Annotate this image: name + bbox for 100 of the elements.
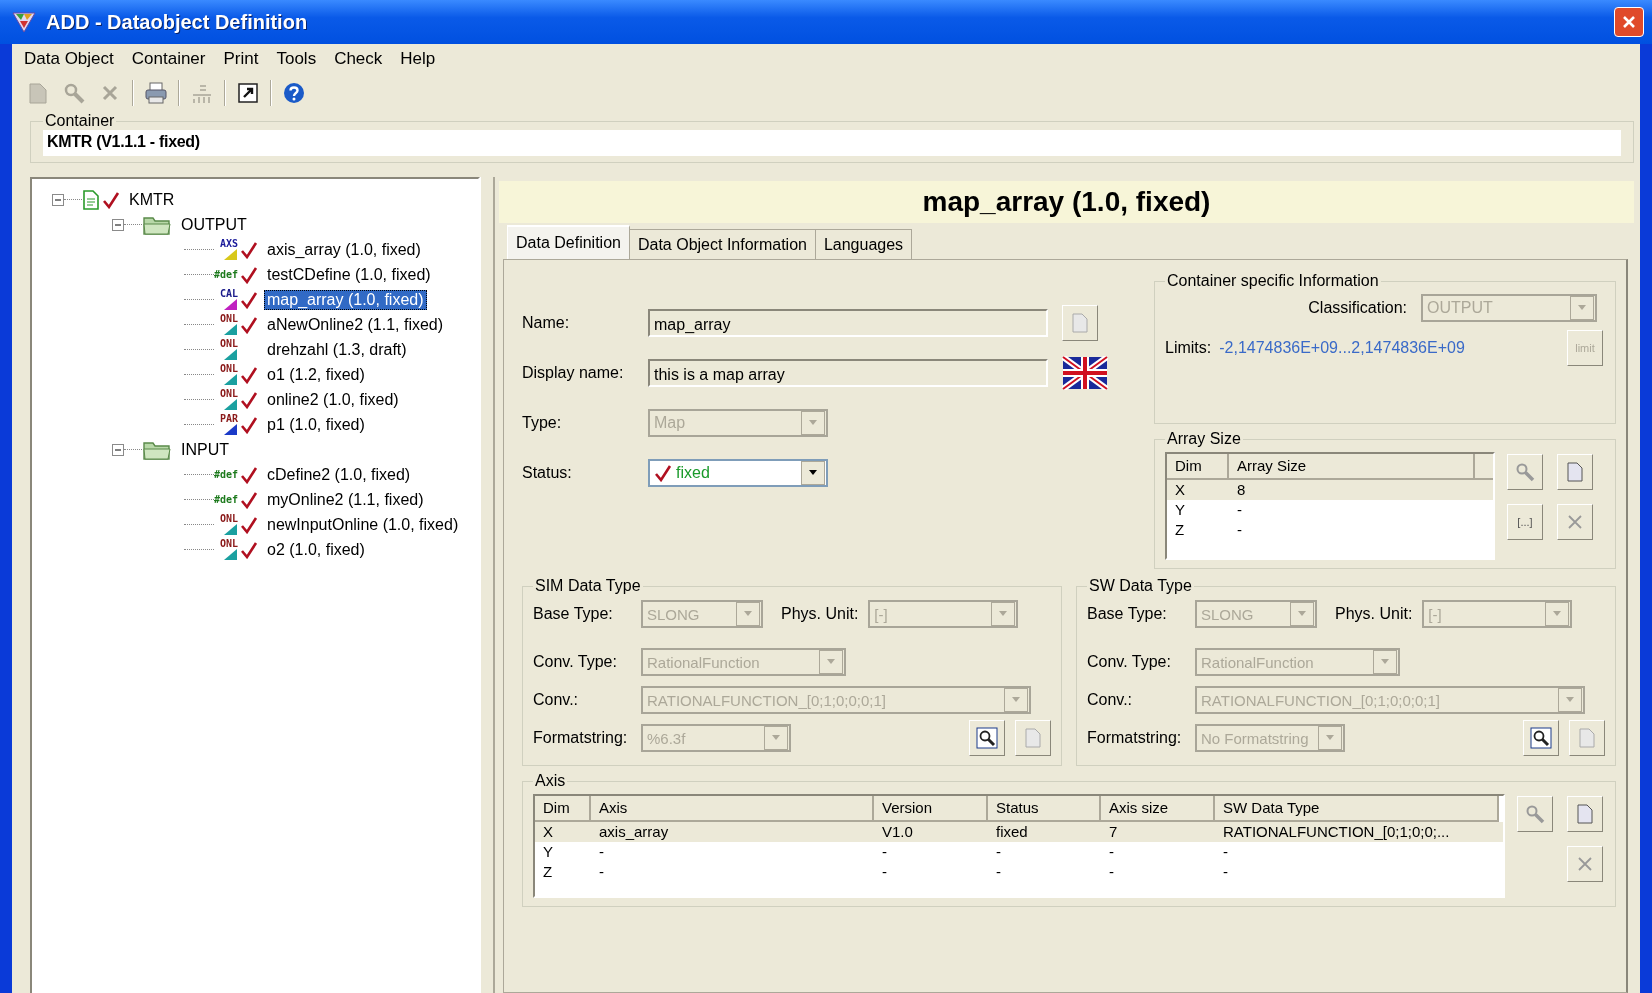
table-cell-text: Y xyxy=(542,842,554,862)
edit-button[interactable]: [...] xyxy=(1507,504,1543,540)
tree-item[interactable]: cDefine2 (1.0, fixed) xyxy=(264,464,414,485)
table-cell-text: - xyxy=(1236,500,1243,520)
delete-button[interactable] xyxy=(1557,504,1593,540)
collapse-toggle-icon[interactable] xyxy=(52,193,64,206)
collapse-toggle-icon[interactable] xyxy=(112,218,124,231)
shortcut-icon xyxy=(238,83,258,103)
table-row[interactable]: Z - xyxy=(1167,520,1493,540)
menu-item[interactable]: Help xyxy=(400,49,436,69)
flag-icon[interactable] xyxy=(1062,356,1108,390)
tree-item[interactable]: drehzahl (1.3, draft) xyxy=(264,339,410,360)
table-cell-text: Y xyxy=(1174,500,1186,520)
delete-button[interactable] xyxy=(1567,846,1603,882)
document-button[interactable] xyxy=(1015,720,1051,756)
splitter[interactable] xyxy=(480,177,495,993)
field-label: Classification: xyxy=(1308,299,1407,317)
column-header[interactable]: Dim xyxy=(1167,454,1229,480)
tree-item[interactable]: p1 (1.0, fixed) xyxy=(264,414,368,435)
tree-item[interactable]: INPUT xyxy=(178,439,232,460)
triangle-icon xyxy=(224,349,238,360)
status-dropdown[interactable]: fixed xyxy=(648,459,828,487)
table-cell-text: X xyxy=(542,822,554,842)
search-icon xyxy=(976,727,998,749)
dropdown-arrow-icon xyxy=(1297,611,1307,617)
tree-item[interactable]: o2 (1.0, fixed) xyxy=(264,539,368,560)
column-header[interactable]: SW Data Type xyxy=(1215,796,1499,822)
document-button[interactable] xyxy=(1567,796,1603,832)
type-label: ONL xyxy=(219,339,238,349)
document-icon xyxy=(82,188,100,211)
column-header[interactable]: Status xyxy=(988,796,1101,822)
field-label: Formatstring: xyxy=(533,729,629,747)
tree-item[interactable]: online2 (1.0, fixed) xyxy=(264,389,402,410)
table-row[interactable]: Y - xyxy=(1167,500,1493,520)
search-button[interactable] xyxy=(1523,720,1559,756)
tree-item[interactable]: aNewOnline2 (1.1, fixed) xyxy=(264,314,447,335)
table-row[interactable]: Z - - - - - xyxy=(535,862,1503,882)
menu-item[interactable]: Print xyxy=(223,49,259,69)
field-label: Base Type: xyxy=(1087,605,1168,623)
tree-item[interactable]: OUTPUT xyxy=(178,214,250,235)
tab[interactable]: Data Object Information xyxy=(629,229,816,259)
app-logo-icon xyxy=(12,11,36,33)
dropdown-arrow-icon xyxy=(1565,697,1575,703)
column-header[interactable]: Dim xyxy=(535,796,591,822)
table-cell-text: X xyxy=(1174,480,1186,500)
table-cell-text: RATIONALFUNCTION_[0;1;0;0;... xyxy=(1222,822,1451,842)
dropdown-arrow-icon xyxy=(1380,659,1390,665)
diff-icon xyxy=(190,82,214,104)
document-button[interactable] xyxy=(1062,305,1098,341)
group-title: Container specific Information xyxy=(1166,272,1380,290)
tree-item[interactable]: map_array (1.0, fixed) xyxy=(264,289,427,310)
group-title: SW Data Type xyxy=(1088,577,1193,595)
triangle-icon xyxy=(224,249,238,260)
menu-item[interactable]: Data Object xyxy=(24,49,114,69)
table-cell-text: - xyxy=(1108,862,1115,882)
triangle-icon xyxy=(224,424,238,435)
collapse-toggle-icon[interactable] xyxy=(112,443,124,456)
tree-item[interactable]: newInputOnline (1.0, fixed) xyxy=(264,514,462,535)
column-header[interactable]: Axis size xyxy=(1101,796,1215,822)
dropdown-arrow-icon xyxy=(771,735,781,741)
search-icon xyxy=(1525,804,1545,824)
dropdown-arrow-icon xyxy=(808,420,818,426)
search-button[interactable] xyxy=(969,720,1005,756)
menu-item[interactable]: Tools xyxy=(276,49,317,69)
tab[interactable]: Data Definition xyxy=(507,225,630,259)
search-icon xyxy=(1515,462,1535,482)
table-row[interactable]: X axis_array V1.0 fixed 7 RATIONALFUNCTION_[0;1;0;0;... xyxy=(535,822,1503,842)
menu-item[interactable]: Container xyxy=(131,49,206,69)
type-label: CAL xyxy=(219,289,238,299)
tree-item[interactable]: testCDefine (1.0, fixed) xyxy=(264,264,434,285)
table-cell-text: - xyxy=(995,842,1002,862)
triangle-icon xyxy=(224,299,238,310)
text-field[interactable]: map_array xyxy=(648,309,1048,337)
tab[interactable]: Languages xyxy=(815,229,913,259)
document-button[interactable] xyxy=(1569,720,1605,756)
triangle-icon xyxy=(224,399,238,410)
field-label: Phys. Unit: xyxy=(781,605,859,623)
document-button[interactable] xyxy=(1557,454,1593,490)
table-row[interactable]: Y - - - - - xyxy=(535,842,1503,862)
table-cell-text: axis_array xyxy=(598,822,670,842)
tree-item[interactable]: axis_array (1.0, fixed) xyxy=(264,239,424,260)
table-row[interactable]: X 8 xyxy=(1167,480,1493,500)
delete-icon xyxy=(101,84,119,102)
table-cell-text: - xyxy=(1236,520,1243,540)
text-field[interactable]: this is a map array xyxy=(648,359,1048,387)
dropdown-arrow-icon xyxy=(998,611,1009,617)
column-header[interactable]: Array Size xyxy=(1229,454,1475,480)
tree-item[interactable]: o1 (1.2, fixed) xyxy=(264,364,368,385)
printer-icon xyxy=(144,81,168,105)
tree-item[interactable]: KMTR xyxy=(126,189,178,210)
column-header[interactable]: Version xyxy=(874,796,988,822)
object-title: map_array (1.0, fixed) xyxy=(499,181,1634,223)
tree-item[interactable]: myOnline2 (1.1, fixed) xyxy=(264,489,427,510)
column-header[interactable]: Axis xyxy=(591,796,874,822)
column-header[interactable] xyxy=(1475,454,1493,480)
document-icon xyxy=(1072,313,1088,333)
triangle-icon xyxy=(224,524,238,535)
menu-item[interactable]: Check xyxy=(334,49,383,69)
close-button[interactable] xyxy=(1614,7,1644,37)
field-label: Name: xyxy=(522,314,571,332)
